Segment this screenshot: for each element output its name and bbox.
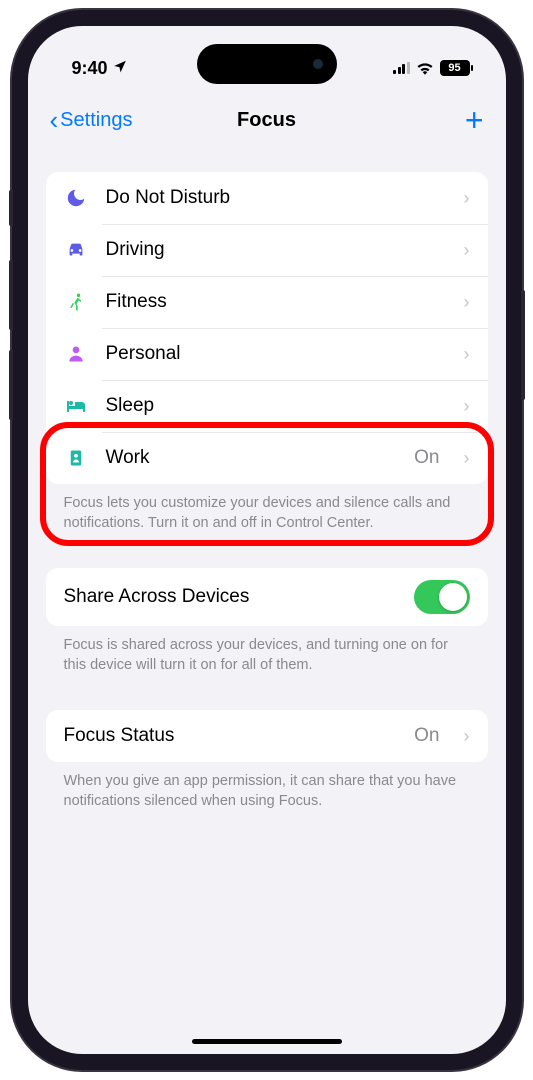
- nav-bar: ‹ Settings Focus +: [28, 90, 506, 150]
- focus-mode-row[interactable]: Sleep ›: [46, 380, 488, 432]
- focus-mode-row[interactable]: Personal ›: [46, 328, 488, 380]
- person-icon: [64, 344, 88, 364]
- plus-icon: +: [465, 102, 484, 138]
- focus-modes-list: Do Not Disturb › Driving › Fitness › Personal ›…: [46, 172, 488, 484]
- chevron-right-icon: ›: [464, 292, 470, 313]
- focus-mode-row[interactable]: Do Not Disturb ›: [46, 172, 488, 224]
- share-across-devices-row[interactable]: Share Across Devices: [46, 568, 488, 626]
- battery-icon: 95: [440, 60, 470, 76]
- chevron-right-icon: ›: [464, 240, 470, 261]
- page-title: Focus: [237, 109, 296, 132]
- bed-icon: [64, 394, 88, 418]
- focus-status-label: Focus Status: [64, 725, 397, 747]
- chevron-right-icon: ›: [464, 726, 470, 747]
- focus-mode-row[interactable]: Work On ›: [46, 432, 488, 484]
- modes-footer-text: Focus lets you customize your devices an…: [46, 484, 488, 533]
- runner-icon: [64, 292, 88, 312]
- chevron-left-icon: ‹: [50, 105, 59, 136]
- badge-icon: [64, 447, 88, 469]
- share-label: Share Across Devices: [64, 586, 250, 608]
- share-toggle[interactable]: [414, 580, 470, 614]
- chevron-right-icon: ›: [464, 448, 470, 469]
- focus-mode-row[interactable]: Fitness ›: [46, 276, 488, 328]
- home-indicator[interactable]: [192, 1039, 342, 1044]
- status-time: 9:40: [72, 58, 108, 79]
- car-icon: [64, 239, 88, 261]
- focus-mode-label: Personal: [106, 343, 446, 365]
- moon-icon: [64, 187, 88, 209]
- dynamic-island: [197, 44, 337, 84]
- wifi-icon: [416, 61, 434, 75]
- focus-status-value: On: [414, 725, 439, 747]
- focus-mode-label: Fitness: [106, 291, 446, 313]
- location-icon: [113, 59, 127, 77]
- focus-mode-value: On: [414, 447, 439, 469]
- share-footer-text: Focus is shared across your devices, and…: [46, 626, 488, 675]
- focus-mode-label: Sleep: [106, 395, 446, 417]
- focus-status-footer-text: When you give an app permission, it can …: [46, 762, 488, 811]
- chevron-right-icon: ›: [464, 396, 470, 417]
- focus-mode-label: Driving: [106, 239, 446, 261]
- focus-mode-label: Do Not Disturb: [106, 187, 446, 209]
- add-button[interactable]: +: [465, 102, 484, 139]
- cellular-icon: [393, 62, 410, 74]
- focus-mode-label: Work: [106, 447, 397, 469]
- chevron-right-icon: ›: [464, 344, 470, 365]
- focus-status-row[interactable]: Focus Status On ›: [46, 710, 488, 762]
- back-button[interactable]: ‹ Settings: [50, 105, 133, 136]
- focus-mode-row[interactable]: Driving ›: [46, 224, 488, 276]
- chevron-right-icon: ›: [464, 188, 470, 209]
- back-label: Settings: [60, 109, 132, 132]
